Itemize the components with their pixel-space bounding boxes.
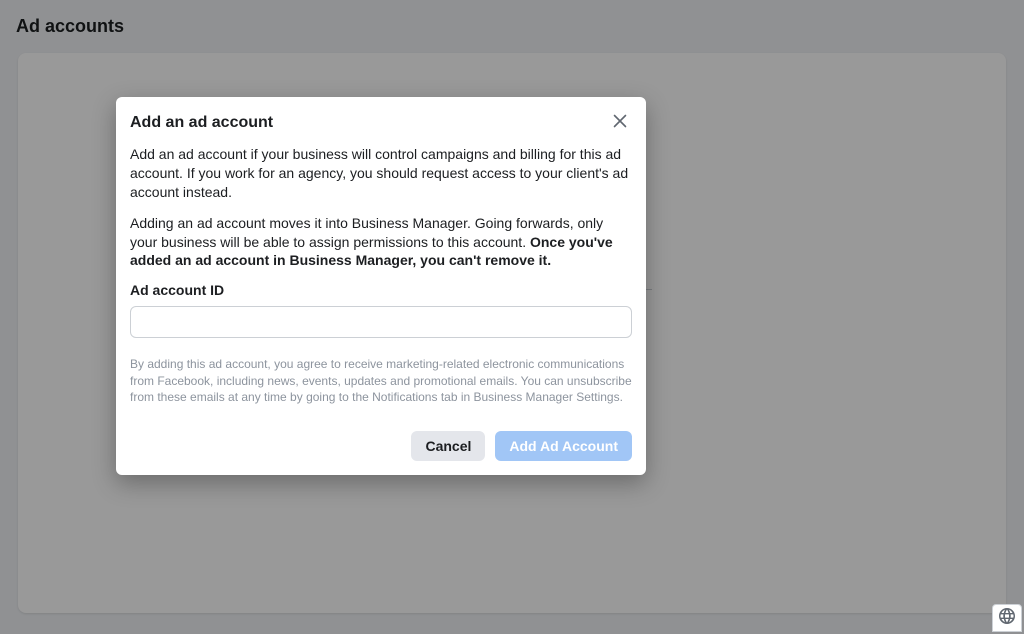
add-ad-account-modal: Add an ad account Add an ad account if y… — [116, 97, 646, 475]
modal-overlay[interactable]: Add an ad account Add an ad account if y… — [0, 0, 1024, 634]
globe-button[interactable] — [992, 604, 1022, 632]
cancel-button[interactable]: Cancel — [411, 431, 485, 461]
modal-description-1: Add an ad account if your business will … — [130, 145, 632, 202]
add-ad-account-button[interactable]: Add Ad Account — [495, 431, 632, 461]
modal-title: Add an ad account — [130, 114, 273, 132]
globe-icon — [999, 608, 1015, 629]
close-icon — [613, 114, 627, 133]
modal-description-2: Adding an ad account moves it into Busin… — [130, 214, 632, 271]
disclaimer-text: By adding this ad account, you agree to … — [130, 356, 632, 405]
close-button[interactable] — [608, 111, 632, 135]
ad-account-id-input[interactable] — [130, 306, 632, 338]
ad-account-id-label: Ad account ID — [130, 282, 632, 298]
